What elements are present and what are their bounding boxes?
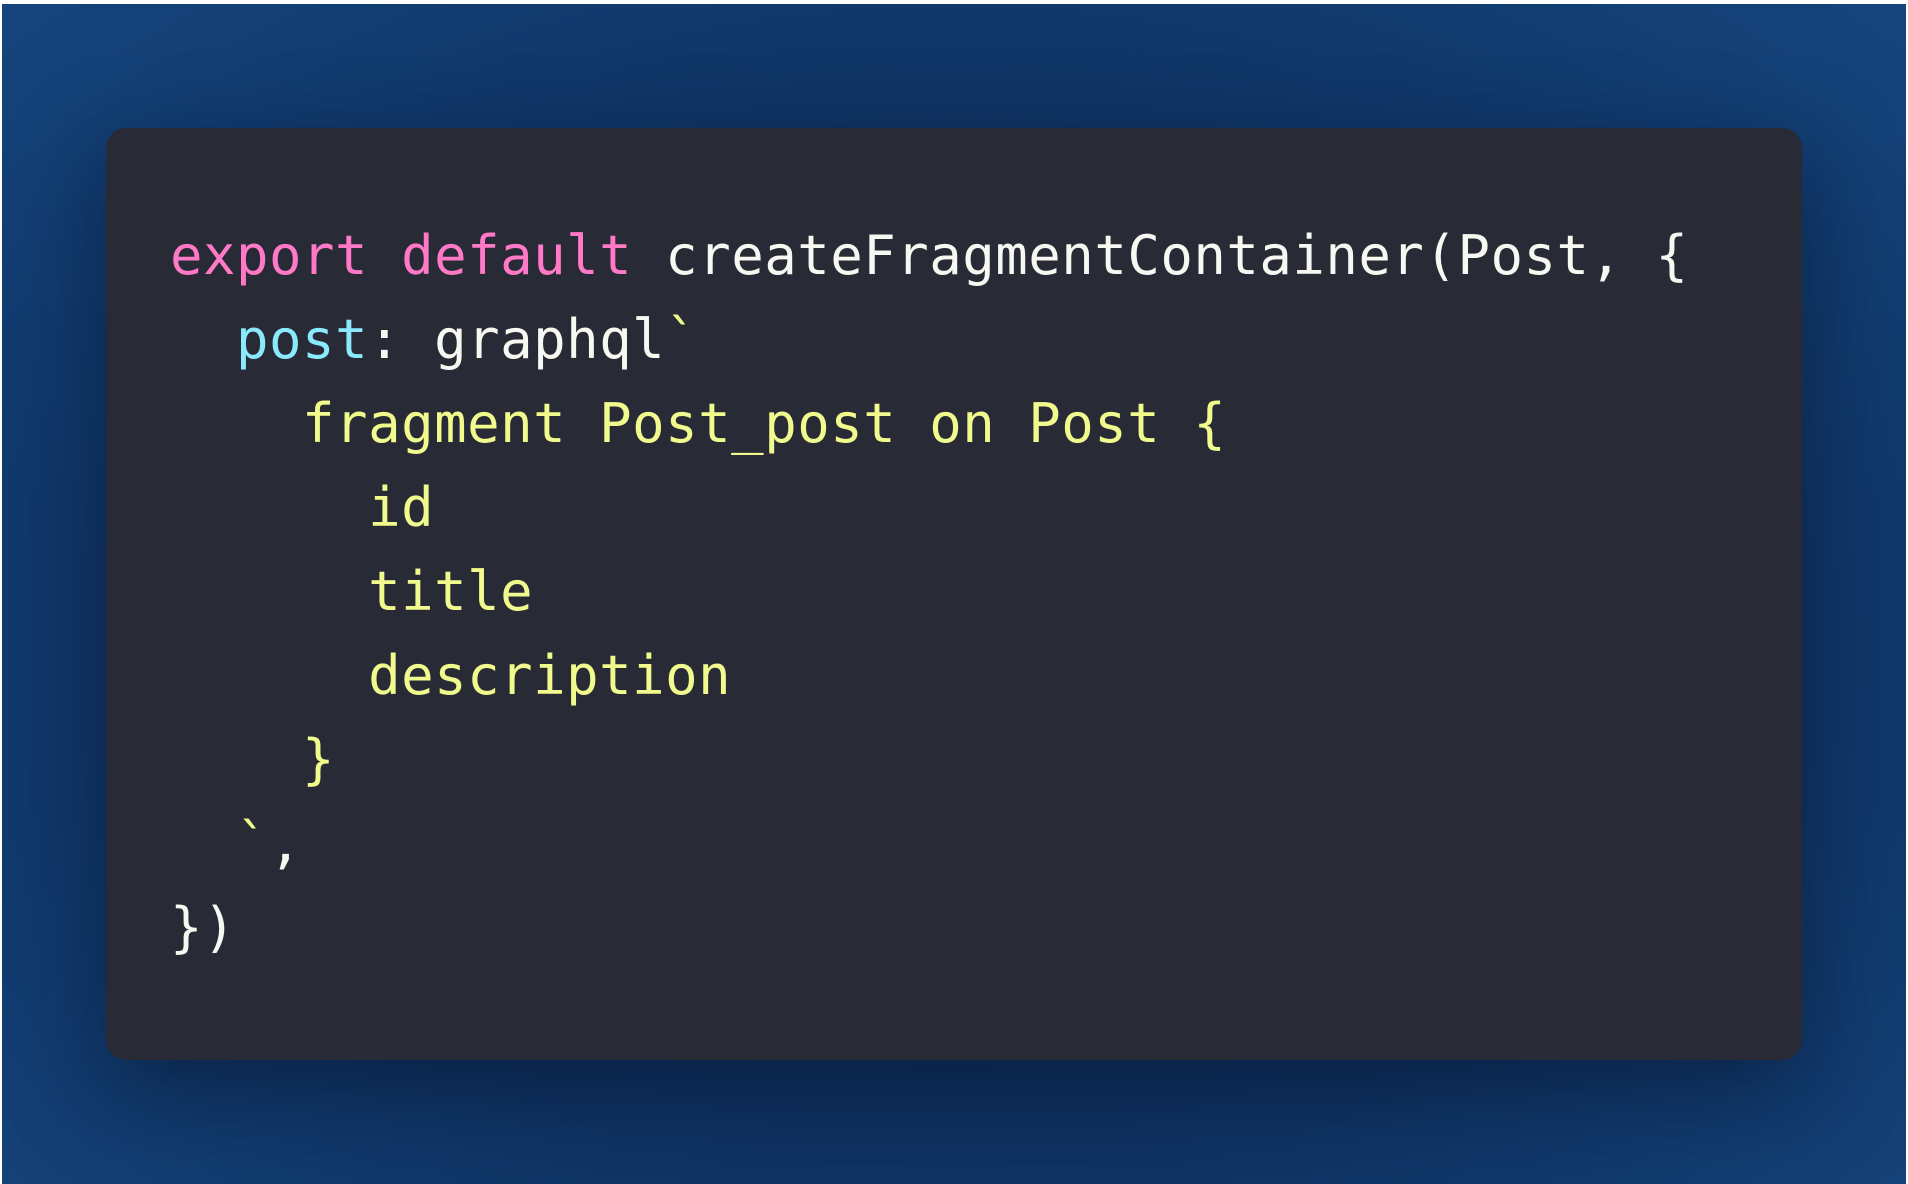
code-line: fragment Post_post on Post { bbox=[170, 382, 1689, 466]
code-token: : graphql bbox=[368, 308, 666, 371]
code-token: description bbox=[170, 644, 732, 707]
code-line: }) bbox=[170, 886, 1689, 970]
code-line: post: graphql` bbox=[170, 298, 1689, 382]
code-token: post bbox=[236, 308, 369, 371]
code-line: description bbox=[170, 634, 1689, 718]
code-line: } bbox=[170, 718, 1689, 802]
code-token: title bbox=[170, 560, 534, 623]
code-token: }) bbox=[170, 896, 237, 959]
code-token: default bbox=[401, 224, 633, 287]
code-line: id bbox=[170, 466, 1689, 550]
code-block: export default createFragmentContainer(P… bbox=[170, 214, 1689, 970]
code-token: ` bbox=[170, 812, 270, 875]
code-token: , bbox=[269, 812, 303, 875]
code-line: export default createFragmentContainer(P… bbox=[170, 214, 1689, 298]
code-token: id bbox=[170, 476, 435, 539]
code-token: export bbox=[170, 224, 369, 287]
code-token: } bbox=[170, 728, 336, 791]
code-token: createFragmentContainer(Post, { bbox=[632, 224, 1689, 287]
code-window: export default createFragmentContainer(P… bbox=[106, 128, 1802, 1060]
code-token: ` bbox=[665, 308, 699, 371]
code-line: title bbox=[170, 550, 1689, 634]
code-line: `, bbox=[170, 802, 1689, 886]
code-token: fragment Post_post on Post { bbox=[170, 392, 1227, 455]
